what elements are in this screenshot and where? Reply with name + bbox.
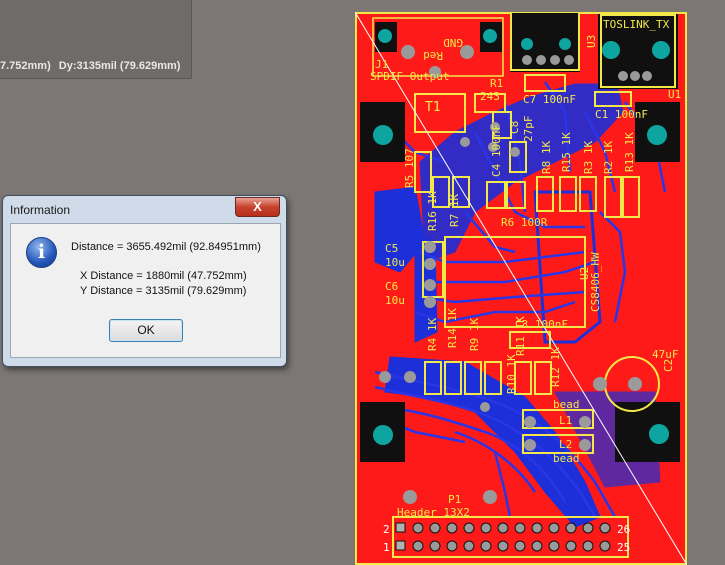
r10-label: R10 1K (505, 354, 518, 394)
header-label: Header 13X2 (397, 506, 470, 519)
gnd-label: GND (443, 36, 463, 49)
t1-label: T1 (425, 100, 441, 115)
pcb-canvas[interactable]: J1 SPDIF Output Red GND R1 243 TOSLINK_T… (355, 12, 687, 565)
distance-text: Distance = 3655.492mil (92.84951mm) (71, 241, 261, 253)
c6-label: C6 (385, 280, 398, 293)
l1-label: L1 (559, 414, 572, 427)
info-icon: i (26, 237, 57, 268)
r13-label: R13 1K (623, 132, 636, 172)
r9-label: R9 1K (468, 318, 481, 351)
l2-bead-label: bead (553, 452, 580, 465)
y-distance-readout: Dy:3135mil (79.629mm) (58, 60, 181, 72)
r16-label: R16 1K (426, 191, 439, 231)
l2-label: L2 (559, 438, 572, 451)
pin-26-label: 26 (617, 523, 630, 536)
u3-footprint (510, 12, 580, 72)
r8-label: R8 1K (540, 141, 553, 174)
dialog-title: Information (10, 203, 71, 217)
u1-label: U1 (668, 88, 681, 101)
r11-label: R11 1K (514, 316, 527, 356)
c5-value: 10u (385, 256, 405, 269)
dialog-body: i Distance = 3655.492mil (92.84951mm) X … (10, 223, 281, 358)
u2-value: CS8406_HW (589, 252, 602, 312)
p1-label: P1 (448, 493, 461, 506)
c7-label: C7 100nF (523, 93, 576, 106)
r15-label: R15 1K (560, 132, 573, 172)
r1-label: R1 (490, 77, 503, 90)
pin-2-label: 2 (383, 523, 390, 536)
r2-label: R2 1K (602, 141, 615, 174)
close-icon: X (253, 199, 262, 214)
r1-value: 243 (480, 90, 500, 103)
u3-label: U3 (585, 35, 598, 48)
r6-label: R6 100R (501, 216, 548, 229)
measure-readout: 7.752mm) Dy:3135mil (79.629mm) (0, 60, 188, 72)
pin-25-label: 25 (617, 541, 630, 554)
ok-button[interactable]: OK (109, 319, 183, 342)
r7-label: R7 1K (448, 194, 461, 227)
r3-label: R3 1K (582, 141, 595, 174)
r12-label: R12 1K (549, 347, 562, 387)
y-distance-text: Y Distance = 3135mil (79.629mm) (80, 285, 247, 297)
c5-label: C5 (385, 242, 398, 255)
x-distance-text: X Distance = 1880mil (47.752mm) (80, 270, 247, 282)
r5-label: R5 107 (403, 148, 416, 188)
spdif-label: SPDIF Output (370, 70, 449, 83)
information-dialog: Information X i Distance = 3655.492mil (… (2, 195, 287, 367)
pin-1-label: 1 (383, 541, 390, 554)
r4-label: R4 1K (426, 318, 439, 351)
red-label: Red (423, 49, 443, 62)
l1-bead-label: bead (553, 398, 580, 411)
c1-label: C1 100nF (595, 108, 648, 121)
c8-label: C8 (508, 121, 521, 134)
x-distance-readout: 7.752mm) (0, 60, 51, 72)
toslink-label: TOSLINK_TX (603, 18, 670, 31)
measure-hud-panel: 7.752mm) Dy:3135mil (79.629mm) (0, 0, 192, 79)
c2-label: C2 (662, 359, 675, 372)
c4-label: C4 100nF (490, 124, 503, 177)
c8-value: 27pF (522, 116, 535, 143)
r14-label: R14 1K (446, 308, 459, 348)
c6-value: 10u (385, 294, 405, 307)
close-button[interactable]: X (235, 197, 280, 217)
